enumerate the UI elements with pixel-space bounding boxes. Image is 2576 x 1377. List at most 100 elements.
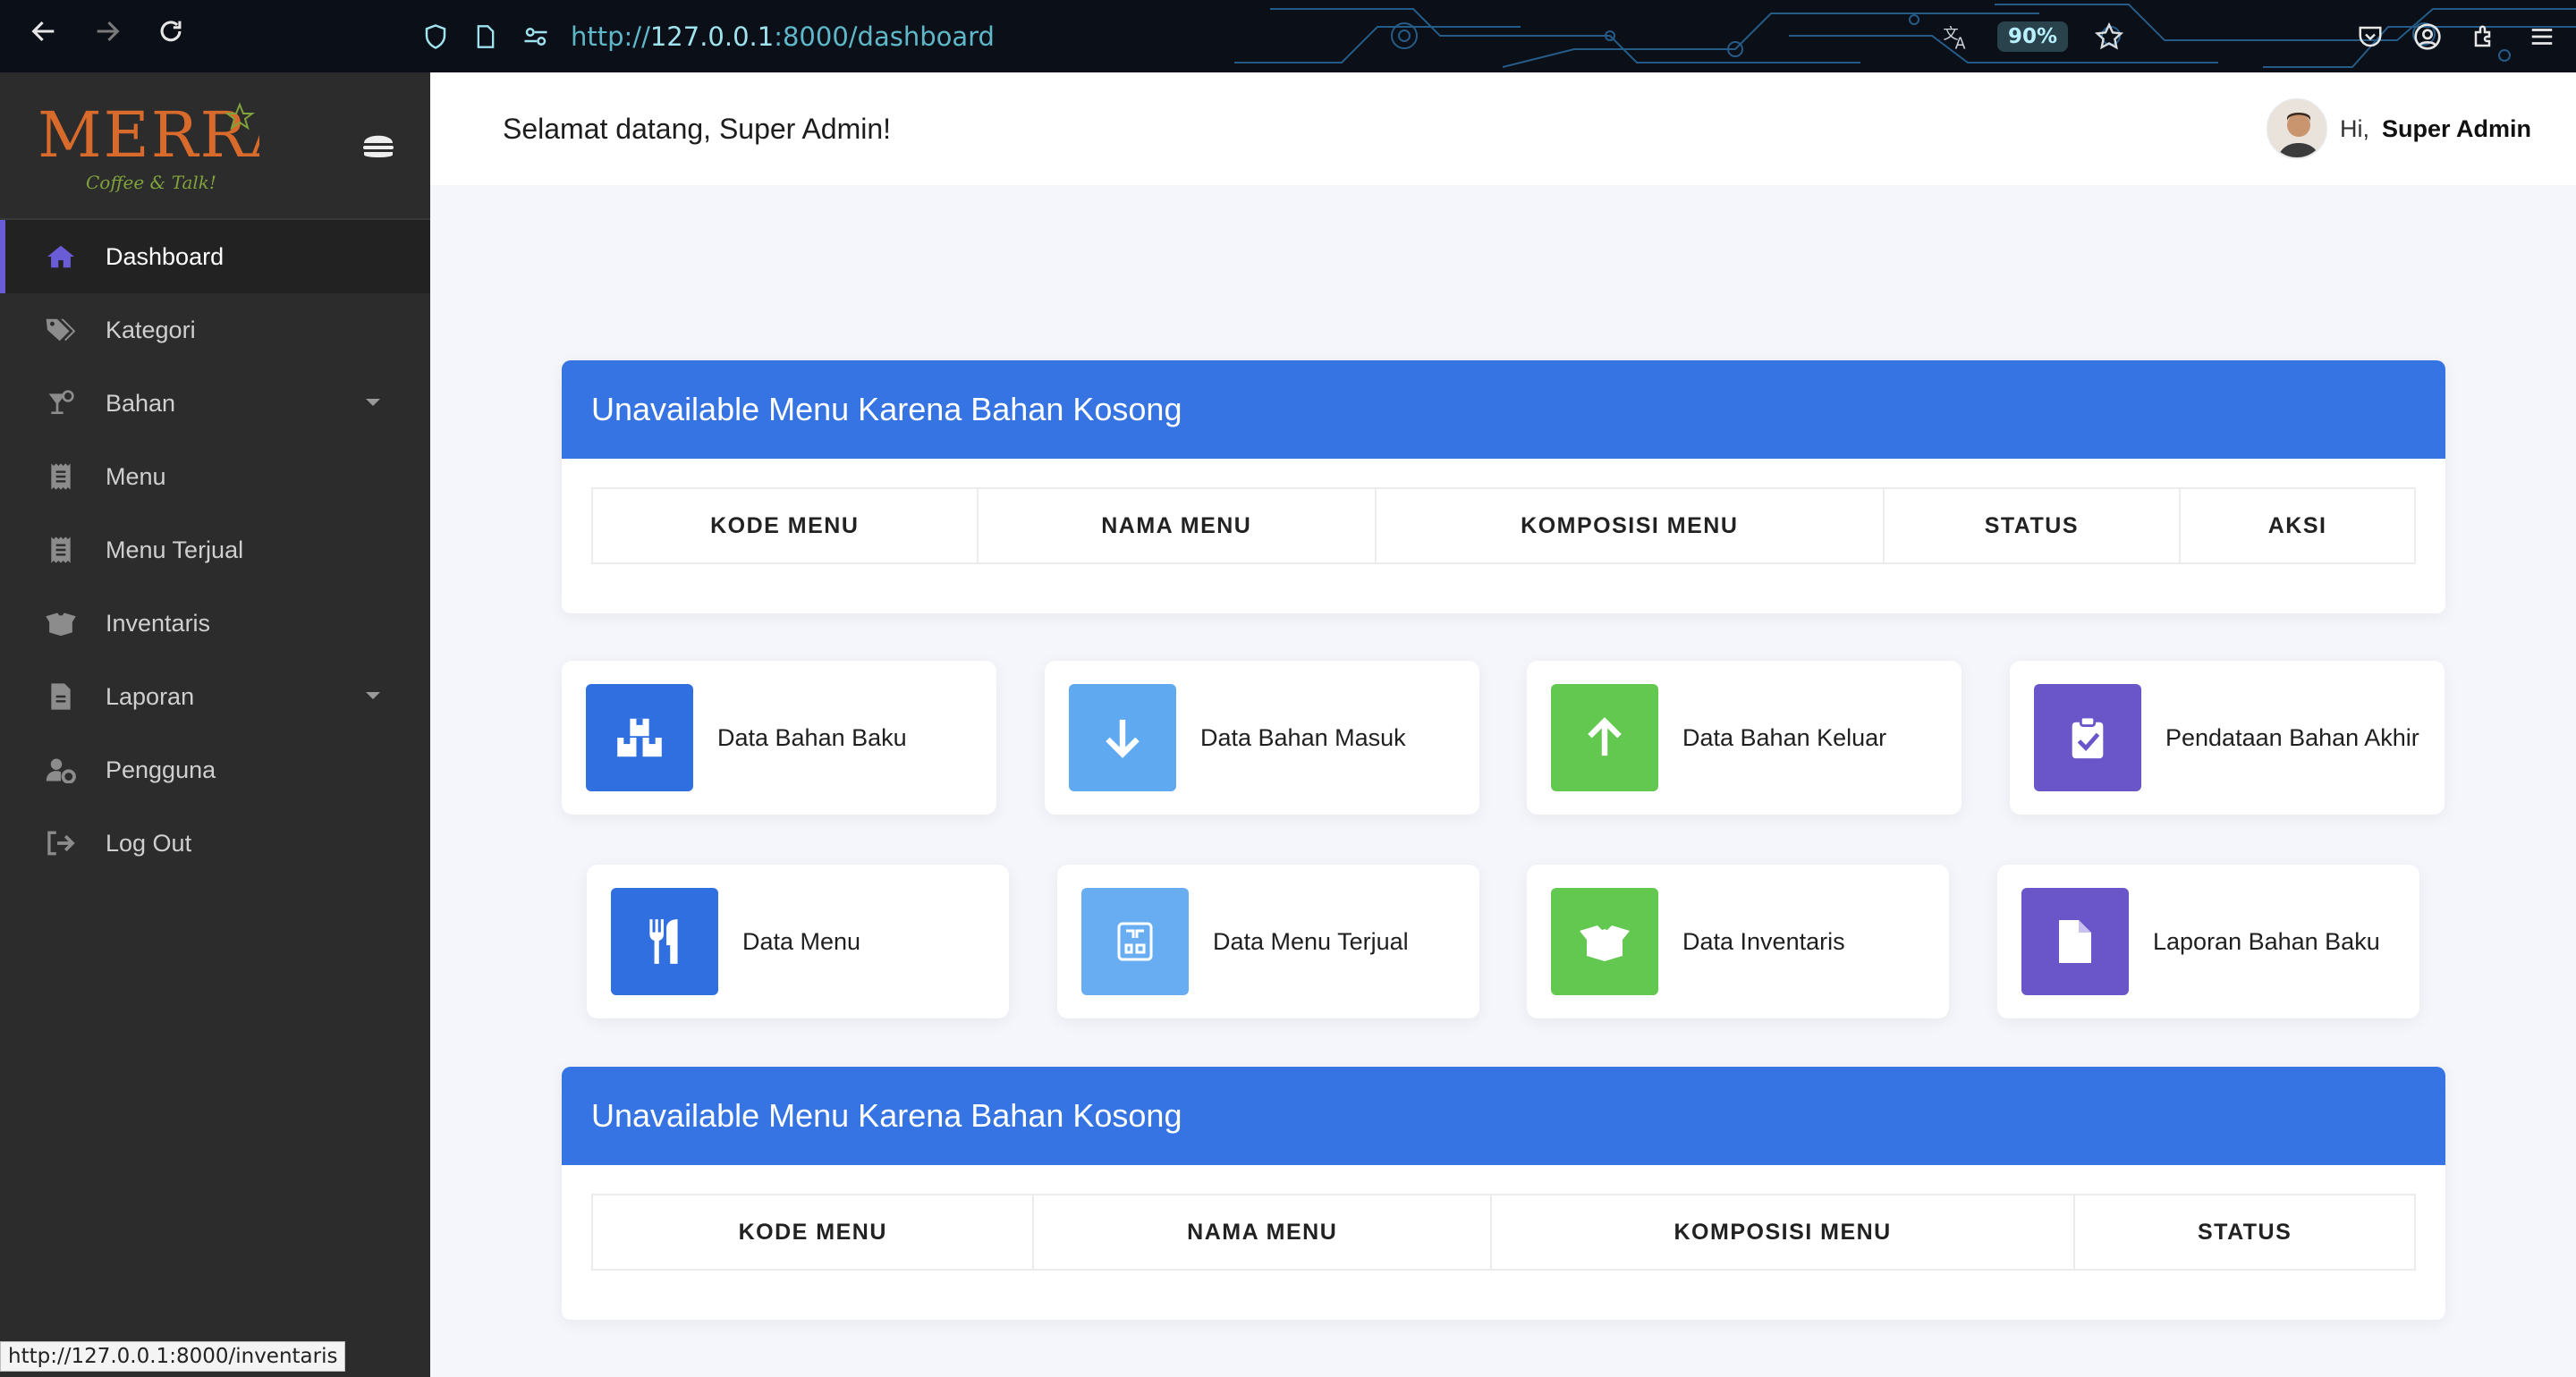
unavailable-menu-table: KODE MENU NAMA MENU KOMPOSISI MENU STATU… xyxy=(591,487,2416,564)
arrow-down-icon xyxy=(1069,684,1176,791)
column-header[interactable]: KOMPOSISI MENU xyxy=(1489,1194,2076,1271)
url-text[interactable]: http://127.0.0.1:8000/dashboard xyxy=(571,21,995,52)
box-open-icon xyxy=(1551,888,1658,995)
sidebar-item-pengguna[interactable]: Pengguna xyxy=(0,733,430,807)
permissions-icon xyxy=(521,21,551,52)
url-scheme: http:// xyxy=(571,21,650,52)
column-header[interactable]: KODE MENU xyxy=(590,1194,1035,1271)
card-title: Unavailable Menu Karena Bahan Kosong xyxy=(562,360,2445,459)
tile-label: Pendataan Bahan Akhir xyxy=(2165,723,2419,751)
forward-button[interactable] xyxy=(87,16,128,57)
table-header-row: KODE MENU NAMA MENU KOMPOSISI MENU STATU… xyxy=(591,487,2416,564)
address-bar[interactable]: http://127.0.0.1:8000/dashboard xyxy=(420,18,995,55)
bookmark-star-icon[interactable] xyxy=(2093,21,2125,53)
sidebar-item-menu[interactable]: Menu xyxy=(0,440,430,513)
arrow-right-icon xyxy=(97,21,120,42)
user-name: Super Admin xyxy=(2381,114,2531,142)
sidebar: MERRA Coffee & Talk! Dashboard Kategori xyxy=(0,72,430,1377)
sidebar-item-logout[interactable]: Log Out xyxy=(0,807,430,880)
reload-button[interactable] xyxy=(150,16,191,57)
tile-label: Data Bahan Keluar xyxy=(1682,723,1887,751)
box-open-icon xyxy=(43,605,79,641)
sidebar-item-label: Pengguna xyxy=(106,756,216,783)
tile-data-menu[interactable]: Data Menu xyxy=(587,865,1009,1018)
browser-tools: 文A 90% xyxy=(1940,14,2558,59)
sign-out-icon xyxy=(43,825,79,861)
tile-label: Data Inventaris xyxy=(1682,927,1845,955)
tile-label: Data Bahan Baku xyxy=(717,723,907,751)
browser-toolbar: http://127.0.0.1:8000/dashboard 文A 90% xyxy=(0,0,2576,72)
sidebar-item-label: Laporan xyxy=(106,682,195,710)
sidebar-item-label: Bahan xyxy=(106,389,176,417)
extensions-icon[interactable] xyxy=(2469,21,2501,53)
card-title: Unavailable Menu Karena Bahan Kosong xyxy=(562,1067,2445,1165)
receipt-icon xyxy=(43,532,79,568)
user-greeting: Hi, xyxy=(2339,114,2369,142)
sidebar-item-kategori[interactable]: Kategori xyxy=(0,293,430,367)
qrcode-icon xyxy=(1081,888,1189,995)
url-path: :8000/dashboard xyxy=(774,21,995,52)
unavailable-menu-card: Unavailable Menu Karena Bahan Kosong KOD… xyxy=(562,360,2445,613)
tile-data-menu-terjual[interactable]: Data Menu Terjual xyxy=(1057,865,1479,1018)
svg-text:MERRA: MERRA xyxy=(38,98,259,172)
cocktail-icon xyxy=(43,385,79,421)
table-header-row: KODE MENU NAMA MENU KOMPOSISI MENU STATU… xyxy=(590,1194,2416,1271)
sidebar-item-label: Menu xyxy=(106,462,166,490)
sidebar-item-inventaris[interactable]: Inventaris xyxy=(0,587,430,660)
sidebar-item-bahan[interactable]: Bahan xyxy=(0,367,430,440)
back-button[interactable] xyxy=(23,16,64,57)
user-menu[interactable]: Hi, Super Admin xyxy=(2266,98,2531,159)
merra-logo[interactable]: MERRA Coffee & Talk! xyxy=(36,92,294,199)
tile-data-bahan-baku[interactable]: Data Bahan Baku xyxy=(562,661,996,815)
sidebar-item-label: Inventaris xyxy=(106,609,211,637)
column-header[interactable]: NAMA MENU xyxy=(1032,1194,1492,1271)
pocket-icon[interactable] xyxy=(2354,21,2386,53)
tile-label: Data Menu Terjual xyxy=(1213,927,1409,955)
svg-text:Coffee & Talk!: Coffee & Talk! xyxy=(86,172,216,193)
svg-text:A: A xyxy=(1955,35,1966,51)
tags-icon xyxy=(43,312,79,348)
translate-icon[interactable]: 文A xyxy=(1940,21,1972,53)
reload-icon xyxy=(160,21,182,42)
tile-data-inventaris[interactable]: Data Inventaris xyxy=(1527,865,1949,1018)
avatar[interactable] xyxy=(2266,98,2327,159)
main-content: Unavailable Menu Karena Bahan Kosong KOD… xyxy=(430,185,2576,1377)
column-header[interactable]: STATUS xyxy=(1882,487,2182,564)
sidebar-item-label: Dashboard xyxy=(106,242,225,270)
user-cog-icon xyxy=(43,752,79,788)
zoom-level-badge[interactable]: 90% xyxy=(1996,21,2068,52)
chevron-down-icon xyxy=(366,399,380,406)
sidebar-item-menu-terjual[interactable]: Menu Terjual xyxy=(0,513,430,587)
column-header[interactable]: NAMA MENU xyxy=(976,487,1377,564)
unavailable-menu-card-secondary: Unavailable Menu Karena Bahan Kosong KOD… xyxy=(562,1067,2445,1320)
tile-label: Laporan Bahan Baku xyxy=(2153,927,2380,955)
tile-label: Data Menu xyxy=(742,927,861,955)
sidebar-brand: MERRA Coffee & Talk! xyxy=(0,72,430,220)
sidebar-item-dashboard[interactable]: Dashboard xyxy=(0,220,430,293)
tile-data-bahan-masuk[interactable]: Data Bahan Masuk xyxy=(1045,661,1479,815)
utensils-icon xyxy=(611,888,718,995)
tile-laporan-bahan-baku[interactable]: Laporan Bahan Baku xyxy=(1997,865,2419,1018)
column-header[interactable]: AKSI xyxy=(2179,487,2416,564)
url-host: 127.0.0.1 xyxy=(649,21,775,52)
tile-data-bahan-keluar[interactable]: Data Bahan Keluar xyxy=(1527,661,1962,815)
account-icon[interactable] xyxy=(2411,21,2444,53)
column-header[interactable]: KODE MENU xyxy=(591,487,979,564)
sidebar-item-laporan[interactable]: Laporan xyxy=(0,660,430,733)
link-status-tooltip: http://127.0.0.1:8000/inventaris xyxy=(0,1341,346,1372)
tile-pendataan-bahan-akhir[interactable]: Pendataan Bahan Akhir xyxy=(2010,661,2445,815)
arrow-up-icon xyxy=(1551,684,1658,791)
sidebar-item-label: Menu Terjual xyxy=(106,536,244,563)
chevron-down-icon xyxy=(366,692,380,699)
file-icon xyxy=(43,679,79,714)
sidebar-item-label: Log Out xyxy=(106,829,192,857)
column-header[interactable]: STATUS xyxy=(2073,1194,2416,1271)
unavailable-menu-table: KODE MENU NAMA MENU KOMPOSISI MENU STATU… xyxy=(590,1194,2416,1271)
column-header[interactable]: KOMPOSISI MENU xyxy=(1375,487,1885,564)
sidebar-menu: Dashboard Kategori Bahan Menu Menu Terju… xyxy=(0,220,430,880)
hamburger-menu-icon[interactable] xyxy=(2526,21,2558,53)
sidebar-item-label: Kategori xyxy=(106,316,196,343)
page-icon xyxy=(470,21,501,52)
burger-toggle-icon[interactable] xyxy=(357,124,400,167)
arrow-left-icon xyxy=(31,21,55,42)
